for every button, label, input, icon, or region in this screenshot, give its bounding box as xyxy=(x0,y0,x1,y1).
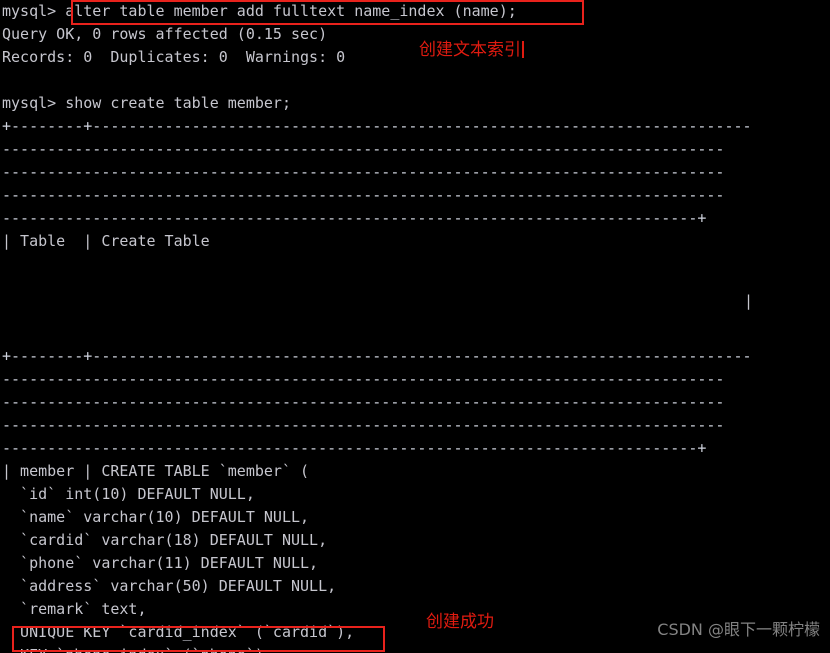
terminal-line: ----------------------------------------… xyxy=(2,439,707,457)
terminal-line: `phone` varchar(11) DEFAULT NULL, xyxy=(2,554,319,572)
terminal-line: ----------------------------------------… xyxy=(2,163,725,181)
terminal-output[interactable]: mysql> alter table member add fulltext n… xyxy=(2,0,830,653)
terminal-line: +--------+------------------------------… xyxy=(2,347,752,365)
terminal-line: ----------------------------------------… xyxy=(2,370,725,388)
terminal-line: Query OK, 0 rows affected (0.15 sec) xyxy=(2,25,328,43)
terminal-line: ----------------------------------------… xyxy=(2,209,707,227)
terminal-line: KEY `phone_index` (`phone`), xyxy=(2,644,830,653)
terminal-line: ----------------------------------------… xyxy=(2,416,725,434)
wrapped-column-pipe: | xyxy=(744,292,754,310)
annotation-caret xyxy=(522,41,524,58)
terminal-line: | Table | Create Table xyxy=(2,232,210,250)
csdn-watermark: CSDN @眼下一颗柠檬 xyxy=(657,620,820,639)
terminal-line: Records: 0 Duplicates: 0 Warnings: 0 xyxy=(2,48,346,66)
terminal-line: mysql> alter table member add fulltext n… xyxy=(2,2,517,20)
terminal-line: `address` varchar(50) DEFAULT NULL, xyxy=(2,577,337,595)
terminal-line: `cardid` varchar(18) DEFAULT NULL, xyxy=(2,531,328,549)
terminal-line: `name` varchar(10) DEFAULT NULL, xyxy=(2,508,310,526)
terminal-line: ----------------------------------------… xyxy=(2,393,725,411)
annotation-create-success: 创建成功 xyxy=(426,612,494,632)
annotation-create-fulltext-index: 创建文本索引 xyxy=(419,40,524,60)
terminal-window: mysql> alter table member add fulltext n… xyxy=(0,0,830,653)
terminal-line: | member | CREATE TABLE `member` ( xyxy=(2,462,310,480)
terminal-line: ----------------------------------------… xyxy=(2,186,725,204)
terminal-line: ----------------------------------------… xyxy=(2,140,725,158)
terminal-line: +--------+------------------------------… xyxy=(2,117,752,135)
terminal-line: `remark` text, xyxy=(2,600,147,618)
terminal-line: `id` int(10) DEFAULT NULL, xyxy=(2,485,255,503)
terminal-line: mysql> show create table member; xyxy=(2,94,291,112)
annotation-top-text: 创建文本索引 xyxy=(419,40,521,60)
